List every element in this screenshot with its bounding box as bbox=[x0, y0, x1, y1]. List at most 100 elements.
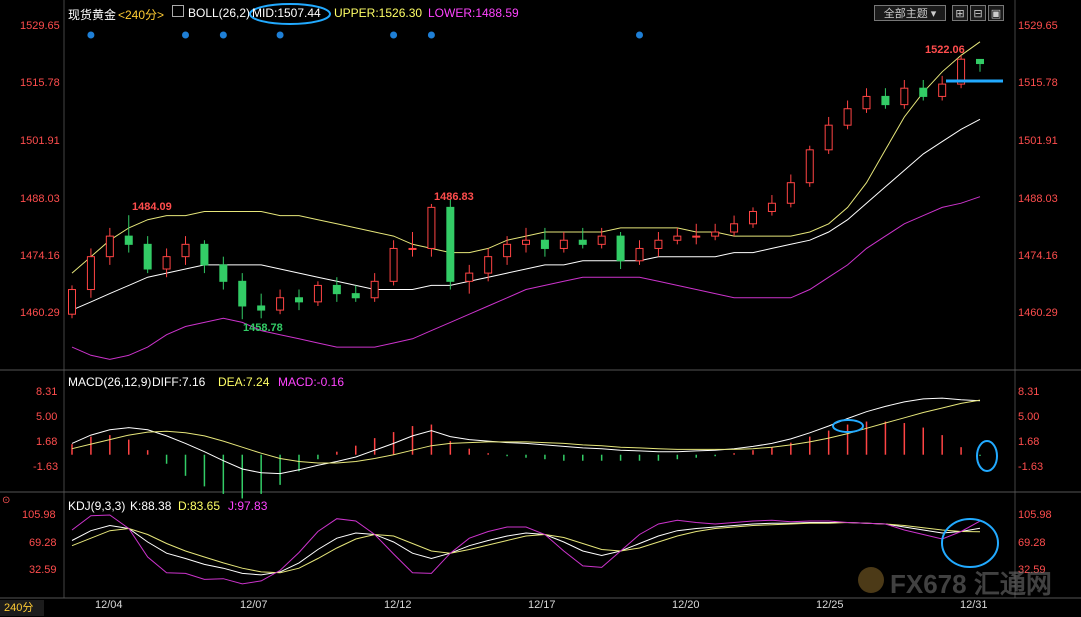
kdj-j-value: J:97.83 bbox=[228, 499, 268, 513]
chart-canvas[interactable] bbox=[0, 0, 1081, 617]
high-annotation: 1486.83 bbox=[434, 191, 474, 203]
symbol-name: 现货黄金 bbox=[68, 8, 117, 22]
candle-body bbox=[843, 108, 852, 126]
boll-label: BOLL(26,2) bbox=[188, 6, 251, 20]
candle-body bbox=[749, 210, 757, 225]
boll-lower-value: LOWER:1488.59 bbox=[428, 6, 519, 20]
kdj-axis-left-label: 105.98 bbox=[22, 509, 56, 521]
price-axis-left-label: 1501.91 bbox=[20, 135, 60, 147]
candle-body bbox=[408, 247, 417, 250]
candle-body bbox=[181, 243, 190, 258]
boll-mid-value: MID:1507.44 bbox=[252, 6, 321, 20]
candle-body bbox=[276, 297, 285, 311]
kdj-j-line bbox=[71, 514, 981, 585]
theme-dropdown[interactable]: 全部主题 ▾ bbox=[874, 5, 946, 21]
macd-diff-line bbox=[71, 397, 981, 475]
macd-axis-left-label: 5.00 bbox=[36, 411, 58, 423]
kdj-axis-left-label: 69.28 bbox=[29, 537, 57, 549]
event-marker-icon bbox=[276, 31, 284, 39]
price-axis-left-label: 1474.16 bbox=[20, 250, 60, 262]
candle-body bbox=[257, 305, 266, 311]
candle-body bbox=[446, 206, 455, 282]
candle-body bbox=[616, 235, 625, 262]
indicator-toggle-icon[interactable] bbox=[172, 5, 184, 17]
panel-marker-icon: ⊙ bbox=[2, 495, 11, 506]
theme-dropdown-label: 全部主题 bbox=[883, 8, 928, 20]
macd-axis-right-label: 8.31 bbox=[1018, 386, 1040, 398]
event-marker-icon bbox=[219, 31, 227, 39]
candle-body bbox=[143, 243, 152, 270]
macd-axis-left-label: -1.63 bbox=[33, 461, 59, 473]
candle-body bbox=[484, 256, 493, 274]
candle-body bbox=[635, 247, 644, 262]
candle-body bbox=[881, 95, 890, 106]
period-tag[interactable]: 240分 bbox=[0, 600, 44, 616]
macd-label: MACD(26,12,9) bbox=[68, 375, 152, 389]
candle-body bbox=[105, 235, 114, 258]
candle-body bbox=[86, 256, 95, 291]
candle-body bbox=[68, 289, 76, 315]
watermark-logo-icon bbox=[858, 567, 884, 593]
macd-diff-value: DIFF:7.16 bbox=[152, 375, 206, 389]
candle-body bbox=[540, 239, 549, 249]
candle-body bbox=[370, 280, 379, 299]
high-annotation: 1522.06 bbox=[925, 44, 965, 56]
price-axis-right-label: 1501.91 bbox=[1018, 135, 1058, 147]
candle-body bbox=[976, 58, 984, 65]
macd-axis-left-label: 1.68 bbox=[36, 436, 58, 448]
kdj-k-value: K:88.38 bbox=[130, 499, 172, 513]
candle-body bbox=[805, 149, 814, 184]
candle-body bbox=[654, 239, 663, 249]
candle-body bbox=[559, 239, 568, 249]
candle-body bbox=[332, 284, 341, 295]
boll-lower-line bbox=[71, 196, 981, 360]
candle-body bbox=[427, 206, 436, 249]
candle-body bbox=[578, 239, 587, 245]
expand-icon[interactable]: ▣ bbox=[988, 5, 1004, 21]
candle-body bbox=[351, 293, 360, 299]
kdj-axis-left-label: 32.59 bbox=[29, 564, 57, 576]
price-axis-left-label: 1515.78 bbox=[20, 77, 60, 89]
high-annotation: 1484.09 bbox=[132, 201, 172, 213]
macd-axis-left-label: 8.31 bbox=[36, 386, 58, 398]
price-axis-left-label: 1488.03 bbox=[20, 193, 60, 205]
price-axis-left-label: 1460.29 bbox=[20, 307, 60, 319]
candle-body bbox=[313, 284, 322, 303]
event-marker-icon bbox=[390, 31, 398, 39]
watermark: FX678 汇通网 bbox=[890, 569, 1052, 599]
kdj-label: KDJ(9,3,3) bbox=[68, 499, 126, 513]
kdj-k-line bbox=[71, 522, 981, 576]
event-marker-icon bbox=[636, 31, 643, 39]
candle-body bbox=[900, 87, 909, 106]
candle-body bbox=[786, 182, 795, 204]
candle-body bbox=[862, 95, 871, 110]
candle-body bbox=[162, 256, 171, 270]
period-label[interactable]: <240分> bbox=[118, 6, 164, 23]
event-marker-icon bbox=[427, 31, 435, 39]
candle-body bbox=[597, 235, 606, 245]
candle-body bbox=[919, 87, 928, 97]
price-axis-right-label: 1529.65 bbox=[1018, 20, 1058, 32]
candle-body bbox=[124, 235, 133, 245]
kdj-axis-right-label: 105.98 bbox=[1018, 509, 1052, 521]
minus-icon[interactable]: ⊟ bbox=[970, 5, 986, 21]
price-axis-right-label: 1460.29 bbox=[1018, 307, 1058, 319]
date-label: 12/04 bbox=[95, 599, 123, 611]
macd-axis-right-label: 5.00 bbox=[1018, 411, 1040, 423]
event-marker-icon bbox=[182, 31, 189, 39]
date-label: 12/12 bbox=[384, 599, 412, 611]
macd-dea-value: DEA:7.24 bbox=[218, 375, 270, 389]
price-axis-right-label: 1488.03 bbox=[1018, 193, 1058, 205]
candle-body bbox=[503, 243, 512, 258]
candle-body bbox=[200, 243, 209, 266]
price-axis-right-label: 1474.16 bbox=[1018, 250, 1058, 262]
kdj-axis-right-label: 69.28 bbox=[1018, 537, 1046, 549]
chart-window: 现货黄金 <240分> BOLL(26,2) MID:1507.44 UPPER… bbox=[0, 0, 1081, 617]
date-label: 12/07 bbox=[240, 599, 268, 611]
boll-mid-line bbox=[71, 118, 981, 311]
macd-value: MACD:-0.16 bbox=[278, 375, 345, 389]
candle-body bbox=[673, 235, 682, 241]
event-marker-icon bbox=[87, 31, 95, 39]
crosshair-icon[interactable]: ⊞ bbox=[952, 5, 968, 21]
candle-body bbox=[824, 124, 833, 151]
